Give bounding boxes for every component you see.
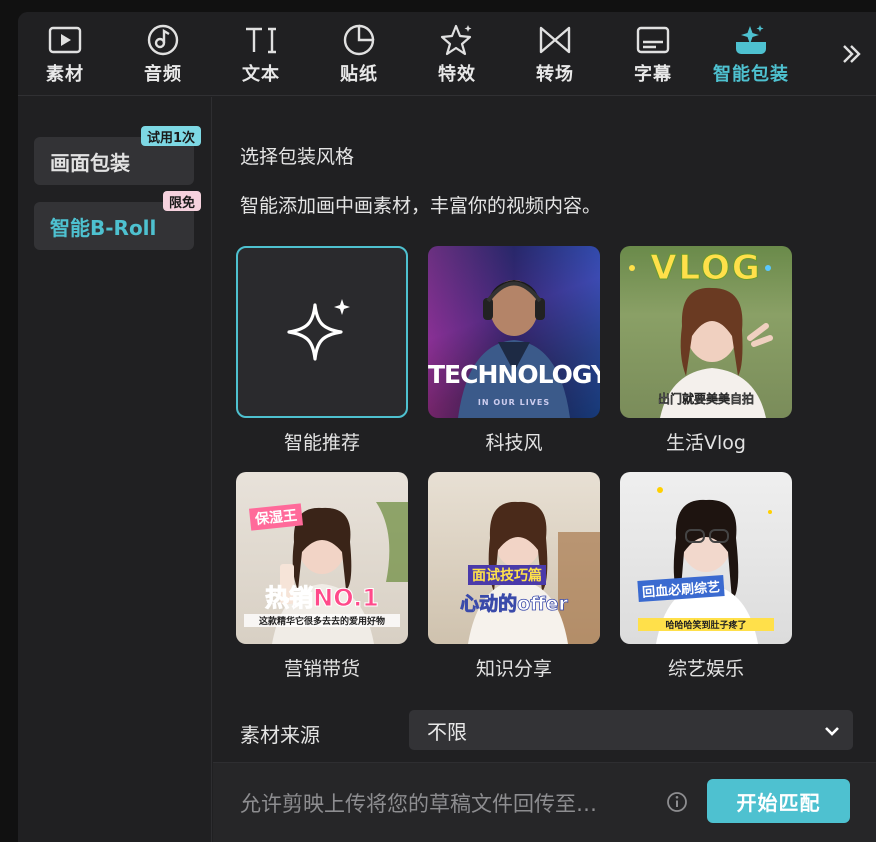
trial-badge: 试用1次 xyxy=(140,126,201,146)
tab-label: 智能包装 xyxy=(713,64,789,85)
thumb-headline: TECHNOLOGY xyxy=(428,360,600,389)
tab-label: 贴纸 xyxy=(340,64,378,85)
tab-effects[interactable]: 特效 xyxy=(417,12,497,96)
sidebar-item-smart-broll[interactable]: 智能B-Roll 限免 xyxy=(34,191,201,250)
tab-subtitle[interactable]: 字幕 xyxy=(613,12,693,96)
style-thumbnail: VLOG 出门就要美美自拍 xyxy=(620,246,792,418)
source-select[interactable]: 不限 xyxy=(409,710,853,750)
media-icon xyxy=(47,23,83,57)
smart-package-icon xyxy=(733,23,769,57)
transition-icon xyxy=(537,23,573,57)
tab-label: 特效 xyxy=(438,64,476,85)
style-label: 智能推荐 xyxy=(283,432,360,454)
section-description: 智能添加画中画素材，丰富你的视频内容。 xyxy=(240,195,602,217)
top-toolbar: 素材 音频 文本 贴纸 特效 转场 字幕 智能包装 xyxy=(18,12,876,96)
tab-label: 字幕 xyxy=(634,64,672,85)
thumb-subline: IN OUR LIVES xyxy=(477,398,551,407)
style-card-smart-recommend[interactable]: 智能推荐 xyxy=(236,246,408,455)
section-title: 选择包装风格 xyxy=(240,146,355,168)
style-card-knowledge[interactable]: 面试技巧篇 心动的offer 知识分享 xyxy=(428,472,600,681)
person-illustration xyxy=(468,501,600,644)
thumb-headline: VLOG xyxy=(650,248,762,289)
style-thumbnail: 面试技巧篇 心动的offer xyxy=(428,472,600,644)
style-card-variety[interactable]: 回血必刷综艺 哈哈哈笑到肚子疼了 综艺娱乐 xyxy=(620,472,792,681)
effects-star-icon xyxy=(439,23,475,57)
tab-sticker[interactable]: 贴纸 xyxy=(319,12,399,96)
source-label: 素材来源 xyxy=(240,723,320,747)
style-thumbnail xyxy=(236,246,408,418)
tab-label: 音频 xyxy=(144,64,182,85)
left-sidebar: 画面包装 试用1次 智能B-Roll 限免 xyxy=(18,97,212,842)
sidebar-item-label: 画面包装 xyxy=(50,150,130,175)
style-thumbnail: 回血必刷综艺 哈哈哈笑到肚子疼了 xyxy=(620,472,792,644)
tab-label: 转场 xyxy=(536,64,574,85)
tab-transition[interactable]: 转场 xyxy=(515,12,595,96)
tab-label: 素材 xyxy=(46,64,84,85)
thumb-headline: 热销NO.1 xyxy=(265,584,380,613)
thumb-subline: 出门就要美美自拍 xyxy=(657,392,754,406)
tab-text[interactable]: 文本 xyxy=(221,12,301,96)
start-match-button[interactable]: 开始匹配 xyxy=(707,779,850,823)
footer-bar: 允许剪映上传将您的草稿文件回传至… 开始匹配 xyxy=(213,762,876,842)
thumb-subline: 哈哈哈笑到肚子疼了 xyxy=(638,618,774,631)
tab-label: 文本 xyxy=(242,64,280,85)
style-label: 生活Vlog xyxy=(666,432,746,454)
tab-audio[interactable]: 音频 xyxy=(123,12,203,96)
style-thumbnail: TECHNOLOGY IN OUR LIVES xyxy=(428,246,600,418)
music-icon xyxy=(145,23,181,57)
text-icon xyxy=(243,23,279,57)
free-badge: 限免 xyxy=(162,191,201,211)
chevron-down-icon xyxy=(823,721,841,745)
source-select-value: 不限 xyxy=(427,719,467,744)
style-label: 综艺娱乐 xyxy=(667,658,744,680)
style-card-vlog[interactable]: VLOG 出门就要美美自拍 生活Vlog xyxy=(620,246,792,455)
style-label: 营销带货 xyxy=(283,658,360,680)
style-label: 知识分享 xyxy=(475,658,552,680)
info-icon[interactable] xyxy=(665,790,689,814)
tab-smart-package[interactable]: 智能包装 xyxy=(711,12,791,96)
style-card-tech[interactable]: TECHNOLOGY IN OUR LIVES 科技风 xyxy=(428,246,600,455)
subtitle-icon xyxy=(635,23,671,57)
thumb-headline: 心动的offer xyxy=(460,593,569,616)
sidebar-item-label: 智能B-Roll xyxy=(50,215,157,240)
sidebar-item-frame-package[interactable]: 画面包装 试用1次 xyxy=(34,126,201,185)
tab-media[interactable]: 素材 xyxy=(25,12,105,96)
style-card-marketing[interactable]: 保湿王 热销NO.1 这款精华它很多去去的爱用好物 营销带货 xyxy=(236,472,408,681)
thumb-subline: 这款精华它很多去去的爱用好物 xyxy=(244,614,400,627)
sparkle-icon xyxy=(287,299,350,361)
thumb-tag: 面试技巧篇 xyxy=(468,565,546,585)
person-illustration xyxy=(428,246,600,418)
double-chevron-right-icon[interactable] xyxy=(838,40,864,68)
smart-package-panel: 素材 音频 文本 贴纸 特效 转场 字幕 智能包装 画面包装 试用1次 智能B-… xyxy=(18,12,876,842)
style-picker: 选择包装风格 智能添加画中画素材，丰富你的视频内容。 智能推荐 TECHNOLO… xyxy=(213,97,876,762)
upload-consent-text[interactable]: 允许剪映上传将您的草稿文件回传至… xyxy=(240,788,650,818)
style-thumbnail: 保湿王 热销NO.1 这款精华它很多去去的爱用好物 xyxy=(236,472,408,644)
sticker-icon xyxy=(341,23,377,57)
style-label: 科技风 xyxy=(485,432,543,454)
